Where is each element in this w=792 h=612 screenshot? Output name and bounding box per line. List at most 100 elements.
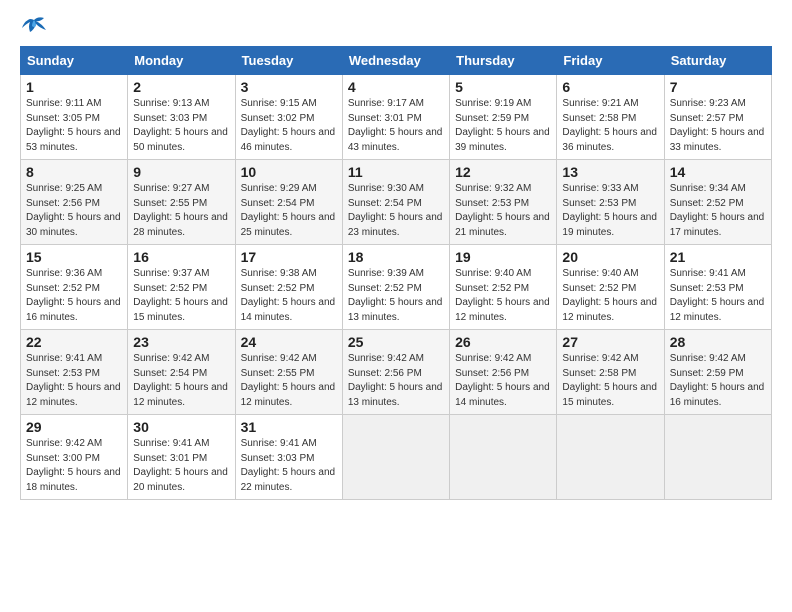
table-row: 14 Sunrise: 9:34 AMSunset: 2:52 PMDayligh…: [664, 160, 771, 245]
day-info: Sunrise: 9:42 AMSunset: 2:56 PMDaylight:…: [348, 352, 444, 410]
day-info: Sunrise: 9:30 AMSunset: 2:54 PMDaylight:…: [348, 182, 444, 240]
day-info: Sunrise: 9:40 AMSunset: 2:52 PMDaylight:…: [455, 267, 551, 325]
day-info: Sunrise: 9:42 AMSunset: 2:56 PMDaylight:…: [455, 352, 551, 410]
table-row: 15 Sunrise: 9:36 AMSunset: 2:52 PMDayligh…: [21, 245, 128, 330]
header-tuesday: Tuesday: [235, 47, 342, 75]
table-row: 8 Sunrise: 9:25 AMSunset: 2:56 PMDaylight…: [21, 160, 128, 245]
header-sunday: Sunday: [21, 47, 128, 75]
table-row: 24 Sunrise: 9:42 AMSunset: 2:55 PMDayligh…: [235, 330, 342, 415]
header-thursday: Thursday: [450, 47, 557, 75]
table-row: 6 Sunrise: 9:21 AMSunset: 2:58 PMDaylight…: [557, 75, 664, 160]
day-info: Sunrise: 9:41 AMSunset: 3:03 PMDaylight:…: [241, 437, 337, 495]
table-row: [557, 415, 664, 500]
table-row: [342, 415, 449, 500]
day-number: 30: [133, 419, 229, 435]
table-row: 19 Sunrise: 9:40 AMSunset: 2:52 PMDayligh…: [450, 245, 557, 330]
day-number: 5: [455, 79, 551, 95]
table-row: 9 Sunrise: 9:27 AMSunset: 2:55 PMDaylight…: [128, 160, 235, 245]
table-row: 26 Sunrise: 9:42 AMSunset: 2:56 PMDayligh…: [450, 330, 557, 415]
table-row: 4 Sunrise: 9:17 AMSunset: 3:01 PMDaylight…: [342, 75, 449, 160]
day-info: Sunrise: 9:38 AMSunset: 2:52 PMDaylight:…: [241, 267, 337, 325]
table-row: 3 Sunrise: 9:15 AMSunset: 3:02 PMDaylight…: [235, 75, 342, 160]
table-row: 5 Sunrise: 9:19 AMSunset: 2:59 PMDaylight…: [450, 75, 557, 160]
logo: [20, 16, 52, 38]
day-info: Sunrise: 9:41 AMSunset: 2:53 PMDaylight:…: [26, 352, 122, 410]
day-number: 15: [26, 249, 122, 265]
table-row: 30 Sunrise: 9:41 AMSunset: 3:01 PMDayligh…: [128, 415, 235, 500]
day-number: 27: [562, 334, 658, 350]
table-row: 2 Sunrise: 9:13 AMSunset: 3:03 PMDaylight…: [128, 75, 235, 160]
day-info: Sunrise: 9:42 AMSunset: 2:55 PMDaylight:…: [241, 352, 337, 410]
day-info: Sunrise: 9:34 AMSunset: 2:52 PMDaylight:…: [670, 182, 766, 240]
day-info: Sunrise: 9:33 AMSunset: 2:53 PMDaylight:…: [562, 182, 658, 240]
calendar-week-row: 29Sunrise: 9:42 AMSunset: 3:00 PMDayligh…: [21, 415, 772, 500]
day-info: Sunrise: 9:41 AMSunset: 3:01 PMDaylight:…: [133, 437, 229, 495]
day-number: 10: [241, 164, 337, 180]
calendar-week-row: 22 Sunrise: 9:41 AMSunset: 2:53 PMDayligh…: [21, 330, 772, 415]
table-row: 29Sunrise: 9:42 AMSunset: 3:00 PMDayligh…: [21, 415, 128, 500]
table-row: 22 Sunrise: 9:41 AMSunset: 2:53 PMDayligh…: [21, 330, 128, 415]
day-number: 7: [670, 79, 766, 95]
table-row: 12Sunrise: 9:32 AMSunset: 2:53 PMDayligh…: [450, 160, 557, 245]
day-number: 4: [348, 79, 444, 95]
page-header: [20, 16, 772, 38]
day-number: 3: [241, 79, 337, 95]
header-monday: Monday: [128, 47, 235, 75]
day-number: 9: [133, 164, 229, 180]
table-row: 27 Sunrise: 9:42 AMSunset: 2:58 PMDayligh…: [557, 330, 664, 415]
day-info: Sunrise: 9:19 AMSunset: 2:59 PMDaylight:…: [455, 97, 551, 155]
table-row: [450, 415, 557, 500]
day-info: Sunrise: 9:42 AMSunset: 3:00 PMDaylight:…: [26, 437, 122, 495]
calendar-week-row: 1 Sunrise: 9:11 AMSunset: 3:05 PMDaylight…: [21, 75, 772, 160]
day-info: Sunrise: 9:40 AMSunset: 2:52 PMDaylight:…: [562, 267, 658, 325]
table-row: 11 Sunrise: 9:30 AMSunset: 2:54 PMDayligh…: [342, 160, 449, 245]
day-info: Sunrise: 9:13 AMSunset: 3:03 PMDaylight:…: [133, 97, 229, 155]
day-number: 16: [133, 249, 229, 265]
day-number: 6: [562, 79, 658, 95]
day-number: 19: [455, 249, 551, 265]
day-number: 17: [241, 249, 337, 265]
day-info: Sunrise: 9:41 AMSunset: 2:53 PMDaylight:…: [670, 267, 766, 325]
day-number: 24: [241, 334, 337, 350]
calendar-week-row: 8 Sunrise: 9:25 AMSunset: 2:56 PMDaylight…: [21, 160, 772, 245]
table-row: 28Sunrise: 9:42 AMSunset: 2:59 PMDayligh…: [664, 330, 771, 415]
table-row: [664, 415, 771, 500]
day-info: Sunrise: 9:32 AMSunset: 2:53 PMDaylight:…: [455, 182, 551, 240]
table-row: 18 Sunrise: 9:39 AMSunset: 2:52 PMDayligh…: [342, 245, 449, 330]
day-number: 2: [133, 79, 229, 95]
day-number: 26: [455, 334, 551, 350]
day-info: Sunrise: 9:39 AMSunset: 2:52 PMDaylight:…: [348, 267, 444, 325]
day-info: Sunrise: 9:15 AMSunset: 3:02 PMDaylight:…: [241, 97, 337, 155]
table-row: 13 Sunrise: 9:33 AMSunset: 2:53 PMDayligh…: [557, 160, 664, 245]
day-info: Sunrise: 9:21 AMSunset: 2:58 PMDaylight:…: [562, 97, 658, 155]
table-row: 1 Sunrise: 9:11 AMSunset: 3:05 PMDaylight…: [21, 75, 128, 160]
day-number: 18: [348, 249, 444, 265]
header-friday: Friday: [557, 47, 664, 75]
day-number: 13: [562, 164, 658, 180]
day-info: Sunrise: 9:11 AMSunset: 3:05 PMDaylight:…: [26, 97, 122, 155]
day-number: 21: [670, 249, 766, 265]
day-number: 8: [26, 164, 122, 180]
table-row: 23Sunrise: 9:42 AMSunset: 2:54 PMDayligh…: [128, 330, 235, 415]
day-number: 31: [241, 419, 337, 435]
weekday-header-row: Sunday Monday Tuesday Wednesday Thursday…: [21, 47, 772, 75]
header-wednesday: Wednesday: [342, 47, 449, 75]
day-info: Sunrise: 9:27 AMSunset: 2:55 PMDaylight:…: [133, 182, 229, 240]
day-info: Sunrise: 9:42 AMSunset: 2:58 PMDaylight:…: [562, 352, 658, 410]
day-number: 11: [348, 164, 444, 180]
day-number: 28: [670, 334, 766, 350]
day-number: 1: [26, 79, 122, 95]
day-info: Sunrise: 9:23 AMSunset: 2:57 PMDaylight:…: [670, 97, 766, 155]
day-info: Sunrise: 9:29 AMSunset: 2:54 PMDaylight:…: [241, 182, 337, 240]
day-number: 14: [670, 164, 766, 180]
calendar-week-row: 15 Sunrise: 9:36 AMSunset: 2:52 PMDayligh…: [21, 245, 772, 330]
day-number: 23: [133, 334, 229, 350]
day-number: 22: [26, 334, 122, 350]
table-row: 31 Sunrise: 9:41 AMSunset: 3:03 PMDayligh…: [235, 415, 342, 500]
day-info: Sunrise: 9:17 AMSunset: 3:01 PMDaylight:…: [348, 97, 444, 155]
day-info: Sunrise: 9:36 AMSunset: 2:52 PMDaylight:…: [26, 267, 122, 325]
table-row: 21 Sunrise: 9:41 AMSunset: 2:53 PMDayligh…: [664, 245, 771, 330]
day-number: 20: [562, 249, 658, 265]
day-info: Sunrise: 9:25 AMSunset: 2:56 PMDaylight:…: [26, 182, 122, 240]
logo-bird-icon: [20, 16, 48, 38]
